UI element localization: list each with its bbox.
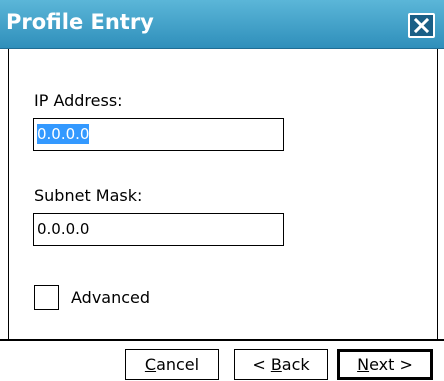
next-label-rest: ext > — [369, 355, 413, 374]
next-button[interactable]: Next > — [337, 349, 433, 380]
subnet-mask-field[interactable]: 0.0.0.0 — [33, 213, 284, 246]
advanced-checkbox[interactable] — [34, 285, 59, 310]
close-button[interactable] — [408, 13, 435, 38]
ip-address-value: 0.0.0.0 — [37, 124, 90, 144]
window-title: Profile Entry — [6, 10, 154, 34]
title-bar: Profile Entry — [0, 0, 444, 49]
dialog-content: IP Address: 0.0.0.0 Subnet Mask: 0.0.0.0… — [8, 49, 438, 341]
subnet-mask-label: Subnet Mask: — [34, 186, 143, 205]
button-divider — [0, 339, 444, 341]
back-mnemonic: B — [270, 355, 282, 374]
close-icon — [413, 17, 430, 34]
cancel-label-rest: ancel — [156, 355, 200, 374]
back-button[interactable]: < Back — [234, 349, 328, 380]
next-mnemonic: N — [357, 355, 370, 374]
back-label-rest: ack — [281, 355, 310, 374]
cancel-mnemonic: C — [144, 355, 157, 374]
subnet-mask-value: 0.0.0.0 — [37, 220, 90, 238]
ip-address-field[interactable]: 0.0.0.0 — [33, 118, 284, 151]
cancel-button[interactable]: Cancel — [125, 349, 219, 380]
ip-address-label: IP Address: — [34, 91, 123, 110]
advanced-label[interactable]: Advanced — [71, 288, 150, 307]
back-prefix: < — [252, 355, 271, 374]
